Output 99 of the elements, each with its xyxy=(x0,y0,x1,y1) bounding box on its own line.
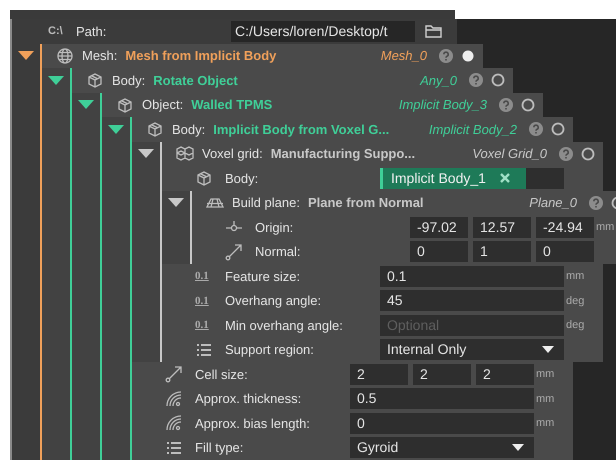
node-name: Walled TPMS xyxy=(191,97,272,112)
dropdown[interactable]: Internal Only xyxy=(380,339,564,360)
cube-icon xyxy=(86,71,104,90)
cubes-icon xyxy=(176,144,194,163)
cube-icon xyxy=(146,120,164,138)
status-circle-icon[interactable] xyxy=(491,73,505,88)
status-circle-icon[interactable] xyxy=(581,146,595,161)
expand-arrow[interactable] xyxy=(138,149,154,158)
expand-arrow[interactable] xyxy=(78,100,94,110)
help-icon[interactable] xyxy=(529,122,543,136)
number-field[interactable]: 0 xyxy=(536,241,594,262)
reference-chip[interactable]: Implicit Body_1 xyxy=(380,168,526,189)
arcs-icon xyxy=(165,390,183,408)
unit-label: mm xyxy=(596,221,614,234)
number-field[interactable]: -97.02 xyxy=(410,216,468,238)
remove-icon[interactable] xyxy=(500,173,510,184)
path-field[interactable]: C:/Users/loren/Desktop/t xyxy=(231,20,415,42)
node-label: Voxel grid: xyxy=(202,146,263,162)
number-label: 0.1 xyxy=(195,319,209,332)
help-icon[interactable] xyxy=(469,73,483,88)
node-type: Mesh_0 xyxy=(380,48,427,64)
node-header[interactable]: Object: Walled TPMS Implicit Body_3 xyxy=(100,92,543,117)
drive-label: C:\ xyxy=(48,25,64,38)
node-label: Object: xyxy=(142,97,184,112)
number-field[interactable]: -24.94 xyxy=(536,216,594,238)
expand-arrow[interactable] xyxy=(18,51,34,60)
expand-arrow[interactable] xyxy=(168,198,184,208)
node-header[interactable]: Build plane: Plane from Normal Plane_0 xyxy=(190,190,616,215)
node-type: Implicit Body_2 xyxy=(428,122,517,137)
help-icon[interactable] xyxy=(499,98,513,112)
panel-edge xyxy=(70,436,100,460)
globe-icon xyxy=(56,46,74,65)
node-name: Manufacturing Suppo... xyxy=(270,146,416,162)
status-circle-icon[interactable] xyxy=(551,122,565,136)
node-type: Voxel Grid_0 xyxy=(472,146,547,162)
status-circle-icon[interactable] xyxy=(461,48,475,63)
number-field[interactable]: 0 xyxy=(410,241,468,262)
node-label: Body: xyxy=(172,122,206,137)
node-name: Mesh from Implicit Body xyxy=(125,48,276,64)
field-label: Feature size: xyxy=(225,268,302,284)
diagonal-arrow-icon xyxy=(165,365,183,384)
dropdown[interactable]: Gyroid xyxy=(350,437,534,458)
unit-label: deg xyxy=(566,319,584,332)
field-label: Normal: xyxy=(255,244,302,260)
number-label: 0.1 xyxy=(195,294,209,307)
node-type: Plane_0 xyxy=(529,195,577,210)
node-name: Plane from Normal xyxy=(308,195,424,210)
diagonal-arrow-icon xyxy=(225,242,243,261)
field-label: Approx. bias length: xyxy=(195,416,311,431)
unit-label: mm xyxy=(536,368,554,380)
unit-label: deg xyxy=(566,294,584,307)
field-label: Body: xyxy=(225,170,260,186)
unit-label: mm xyxy=(566,270,584,282)
help-icon[interactable] xyxy=(589,196,603,210)
field-label: Cell size: xyxy=(195,366,249,382)
caret-icon xyxy=(512,444,524,452)
number-field[interactable]: 0.1 xyxy=(380,266,564,287)
cube-icon xyxy=(195,169,213,188)
expand-arrow[interactable] xyxy=(48,76,64,85)
number-field[interactable]: 1 xyxy=(473,241,531,262)
node-label: Mesh: xyxy=(82,48,118,64)
panel-edge xyxy=(40,436,70,460)
number-field[interactable]: 2 xyxy=(413,364,471,385)
number-label: 0.1 xyxy=(195,270,209,282)
node-type: Any_0 xyxy=(420,72,457,88)
status-circle-icon[interactable] xyxy=(521,98,535,112)
number-field[interactable]: 2 xyxy=(476,364,534,385)
number-field[interactable]: 2 xyxy=(350,364,408,385)
node-header[interactable]: Voxel grid: Manufacturing Suppo... Voxel Grid_0 xyxy=(160,142,603,166)
panel-edge xyxy=(10,436,40,460)
folder-icon[interactable] xyxy=(425,24,443,38)
cube-icon xyxy=(116,96,134,114)
field-label: Fill type: xyxy=(195,440,244,456)
number-field[interactable]: 12.57 xyxy=(473,216,531,238)
number-field[interactable]: 45 xyxy=(380,290,564,312)
reference-field[interactable]: Implicit Body_1 xyxy=(380,168,564,189)
field-label: Approx. thickness: xyxy=(195,391,302,406)
node-header[interactable]: Body: Implicit Body from Voxel G... Implicit Body_2 xyxy=(130,117,573,142)
node-label: Build plane: xyxy=(232,195,300,210)
node-label: Body: xyxy=(112,72,146,88)
field-label: Support region: xyxy=(225,342,315,358)
arcs-icon xyxy=(165,414,183,432)
node-type: Implicit Body_3 xyxy=(398,97,487,112)
field-label: Min overhang angle: xyxy=(225,318,344,333)
number-field[interactable]: 0 xyxy=(350,412,534,434)
help-icon[interactable] xyxy=(559,146,573,161)
field-label: Overhang angle: xyxy=(225,293,322,308)
caret-icon xyxy=(542,346,554,354)
node-header[interactable]: Mesh: Mesh from Implicit Body Mesh_0 xyxy=(40,44,483,68)
node-name: Rotate Object xyxy=(153,72,238,88)
number-field[interactable]: 0.5 xyxy=(350,388,534,410)
node-name: Implicit Body from Voxel G... xyxy=(213,122,390,137)
expand-arrow[interactable] xyxy=(108,124,124,134)
unit-label: mm xyxy=(536,417,554,430)
unit-label: mm xyxy=(536,392,554,405)
help-icon[interactable] xyxy=(439,48,453,63)
node-header[interactable]: Body: Rotate Object Any_0 xyxy=(70,68,513,92)
path-label: Path: xyxy=(76,24,108,39)
field-label: Origin: xyxy=(255,220,294,235)
